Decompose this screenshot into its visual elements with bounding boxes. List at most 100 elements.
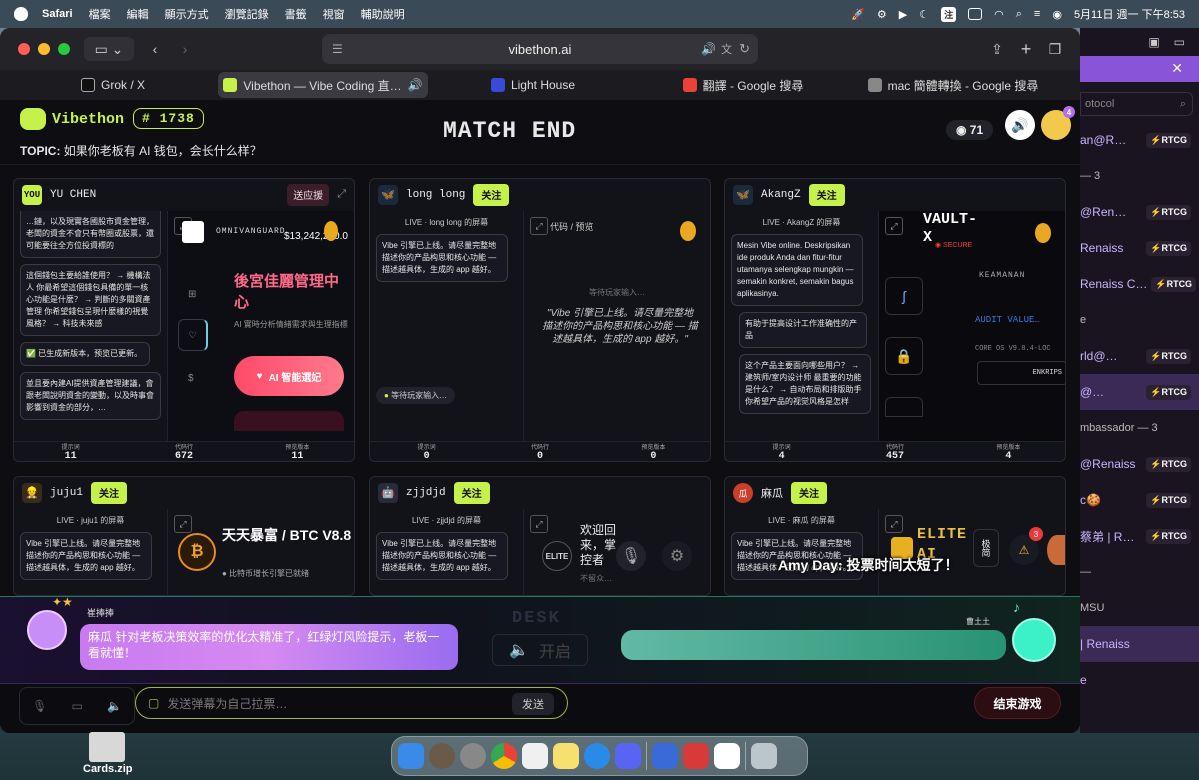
follow-button[interactable]: 关注 (473, 184, 510, 206)
follow-button[interactable]: 关注 (91, 482, 128, 504)
system-settings-icon[interactable] (460, 743, 486, 769)
control-center-icon[interactable]: ≡ (1034, 8, 1040, 20)
tab-translate[interactable]: 翻譯 - Google 搜尋 (638, 72, 848, 98)
lock-icon[interactable]: 🔒 (885, 337, 923, 375)
menu-bookmarks[interactable]: 書籤 (285, 6, 307, 22)
tab-mac-convert[interactable]: mac 簡體轉換 - Google 搜尋 (848, 72, 1058, 98)
share-icon[interactable]: ⇪ (986, 37, 1008, 61)
camera-off-icon[interactable]: ▭ (71, 699, 82, 713)
menu-view[interactable]: 顯示方式 (165, 6, 209, 22)
microphone-icon[interactable]: 🎙 (616, 541, 646, 571)
end-game-button[interactable]: 结束游戏 (974, 687, 1061, 719)
expand-preview-icon[interactable]: ⤢ (530, 217, 548, 235)
app-icon[interactable] (652, 743, 678, 769)
calendar-icon[interactable] (714, 743, 740, 769)
list-item[interactable]: an@R… ⚡RTCG (1080, 122, 1199, 158)
list-item[interactable]: @Renaiss ⚡RTCG (1080, 446, 1199, 482)
expand-preview-icon[interactable]: ⤢ (885, 515, 903, 533)
heart-nav-icon[interactable]: ♡ (178, 319, 208, 351)
address-bar[interactable]: ☰ vibethon.ai 🔊 文 ↻ (322, 34, 758, 64)
tab-lighthouse[interactable]: Light House (428, 72, 638, 98)
list-item[interactable]: mbassador — 3 (1080, 410, 1199, 446)
siri-icon[interactable]: ◉ (1052, 8, 1062, 21)
back-icon[interactable]: ‹ (142, 37, 168, 61)
launchpad-icon[interactable] (522, 743, 548, 769)
close-window-button[interactable] (18, 43, 30, 55)
list-item[interactable]: rld@… ⚡RTCG (1080, 338, 1199, 374)
volume-icon[interactable]: 🔈 (107, 699, 122, 713)
dollar-icon[interactable]: $ (188, 373, 194, 384)
menu-help[interactable]: 輔助說明 (361, 6, 405, 22)
expand-icon[interactable]: ⤢ (337, 189, 346, 201)
danmu-input[interactable]: ▢ 发送弹幕为自己拉票… 发送 (135, 687, 568, 719)
safari-icon[interactable] (584, 743, 610, 769)
user-avatar[interactable]: 4 (1041, 106, 1075, 140)
encrypt-box[interactable]: ENKRIPS (977, 361, 1065, 385)
list-item[interactable]: @Ren… ⚡RTCG (1080, 194, 1199, 230)
chrome-icon[interactable] (491, 743, 517, 769)
menu-edit[interactable]: 編輯 (127, 6, 149, 22)
zoom-window-button[interactable] (58, 43, 70, 55)
close-icon[interactable]: ✕ (1171, 60, 1183, 77)
window-sidebar-icon[interactable]: ▭ (1174, 35, 1185, 49)
reload-icon[interactable]: ↻ (739, 41, 750, 57)
follow-button[interactable]: 关注 (808, 184, 845, 206)
battery-icon[interactable] (968, 8, 983, 20)
expand-preview-icon[interactable]: ⤢ (530, 515, 548, 533)
menu-window[interactable]: 視窗 (323, 6, 345, 22)
expand-preview-icon[interactable]: ⤢ (174, 515, 192, 533)
tab-overview-icon[interactable]: ❐ (1044, 37, 1066, 61)
window-inbox-icon[interactable]: ▣ (1148, 35, 1159, 49)
minimal-mode-toggle[interactable]: 极简 (973, 529, 999, 567)
minimize-window-button[interactable] (38, 43, 50, 55)
follow-button[interactable]: 关注 (453, 482, 490, 504)
list-item[interactable]: — (1080, 554, 1199, 590)
sidebar-toggle-icon[interactable]: ▭ ⌄ (84, 37, 134, 61)
wifi-icon[interactable]: ◠ (994, 8, 1004, 21)
input-method-badge[interactable]: 注 (941, 6, 957, 22)
list-item[interactable]: Renaiss C… ⚡RTCG (1080, 266, 1199, 302)
code-preview-tab[interactable]: 代码 / 预览 (550, 220, 594, 233)
zip-file-icon[interactable] (89, 732, 125, 762)
tab-vibethon[interactable]: Vibethon — Vibe Coding 直… 🔊 (218, 72, 428, 98)
zip-file-label[interactable]: Cards.zip (83, 763, 133, 775)
trash-icon[interactable] (751, 743, 777, 769)
menu-file[interactable]: 檔案 (89, 6, 111, 22)
audio-playing-icon[interactable]: 🔊 (701, 42, 716, 56)
notes-icon[interactable] (553, 743, 579, 769)
list-item[interactable]: — 3 (1080, 158, 1199, 194)
translate-icon[interactable]: 文 (721, 41, 732, 57)
discord-icon[interactable] (615, 743, 641, 769)
pdf-icon[interactable] (683, 743, 709, 769)
menu-history[interactable]: 瀏覽記錄 (225, 6, 269, 22)
moon-icon[interactable]: ☾ (919, 8, 929, 21)
play-icon[interactable]: ▶ (899, 8, 907, 21)
tab-audio-icon[interactable]: 🔊 (408, 78, 423, 92)
forward-icon[interactable]: › (172, 37, 198, 61)
apple-icon[interactable] (14, 7, 28, 21)
list-item[interactable]: e (1080, 302, 1199, 338)
list-item[interactable]: e (1080, 662, 1199, 698)
sound-toggle-button[interactable]: 🔊 (1005, 110, 1035, 140)
settings-icon[interactable]: ⚙ (662, 541, 692, 571)
tab-grok[interactable]: Grok / X (8, 72, 218, 98)
list-item[interactable]: c🍪 ⚡RTCG (1080, 482, 1199, 518)
fingerprint-icon[interactable]: ʃ (885, 277, 923, 315)
finder-icon[interactable] (398, 743, 424, 769)
page-settings-icon[interactable]: ☰ (332, 42, 343, 56)
sidebar-search[interactable]: otocol ⌕ (1080, 92, 1193, 116)
list-item[interactable]: MSU (1080, 590, 1199, 626)
app-icon[interactable] (429, 743, 455, 769)
nav-icon[interactable] (885, 397, 923, 417)
rocket-icon[interactable]: 🚀 (851, 8, 865, 21)
secondary-button[interactable] (234, 411, 344, 431)
support-button[interactable]: 送应援 (287, 184, 330, 206)
list-item[interactable]: @… ⚡RTCG (1080, 374, 1199, 410)
list-item[interactable]: | Renaiss (1080, 626, 1199, 662)
gear-status-icon[interactable]: ⚙ (877, 8, 887, 21)
desk-open-button[interactable]: 🔈 开启 (492, 634, 588, 666)
follow-button[interactable]: 关注 (791, 482, 827, 504)
grid-icon[interactable]: ⊞ (188, 289, 196, 300)
mic-off-icon[interactable]: 🎙 (32, 699, 47, 713)
new-tab-icon[interactable]: + (1015, 37, 1037, 61)
